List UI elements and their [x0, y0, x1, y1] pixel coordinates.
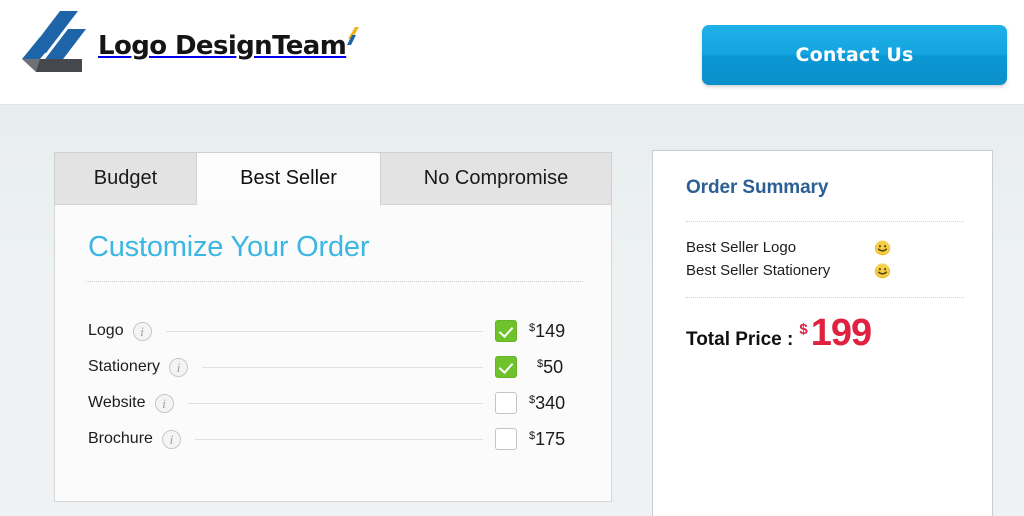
list-item: Best Seller Logo — [686, 236, 964, 259]
checkbox-stationery[interactable] — [495, 356, 517, 378]
logo-designteam-mark-icon — [16, 9, 94, 83]
customize-panel: Customize Your Order Logo i $149 Station… — [54, 205, 612, 502]
checkbox-logo[interactable] — [495, 320, 517, 342]
total-currency-symbol: $ — [799, 321, 808, 338]
price-brochure: $175 — [529, 429, 583, 450]
list-item: Best Seller Stationery — [686, 259, 964, 282]
product-row: Website i $340 — [88, 385, 583, 421]
order-summary-title: Order Summary — [686, 177, 829, 198]
summary-divider-bottom — [686, 297, 964, 298]
brand-accent-icon — [347, 27, 360, 47]
leader-line — [165, 330, 483, 332]
smiley-face-icon — [873, 238, 892, 257]
tab-best-seller[interactable]: Best Seller — [196, 152, 380, 205]
product-row: Stationery i $50 — [88, 349, 583, 385]
total-price-amount: 199 — [810, 312, 872, 354]
title-divider — [86, 281, 583, 282]
tab-no-compromise[interactable]: No Compromise — [380, 152, 612, 205]
product-name-stationery: Stationery — [88, 358, 161, 375]
info-icon[interactable]: i — [169, 357, 189, 377]
package-tabs: Budget Best Seller No Compromise — [54, 152, 612, 205]
leader-line — [194, 438, 483, 440]
brand-name-text: Logo DesignTeam — [98, 31, 347, 61]
product-name-logo: Logo — [88, 322, 124, 339]
product-option-list: Logo i $149 Stationery i $50 Website i $… — [86, 313, 583, 457]
price-stationery: $50 — [529, 357, 583, 378]
order-summary-card: Order Summary Best Seller Logo Best Sell… — [652, 150, 993, 516]
checkbox-brochure[interactable] — [495, 428, 517, 450]
brand-wordmark: Logo DesignTeam — [98, 27, 360, 61]
info-icon[interactable]: i — [132, 321, 152, 341]
order-summary-item-list: Best Seller Logo Best Seller Stationery — [686, 236, 964, 282]
product-name-brochure: Brochure — [88, 430, 153, 447]
summary-divider-top — [686, 221, 964, 222]
site-header: Logo DesignTeam Contact Us — [0, 0, 1024, 105]
info-icon[interactable]: i — [161, 429, 181, 449]
checkbox-website[interactable] — [495, 392, 517, 414]
smiley-face-icon — [873, 261, 892, 280]
price-amount: 340 — [535, 392, 566, 413]
price-website: $340 — [529, 393, 583, 414]
summary-item-label: Best Seller Stationery — [686, 262, 831, 279]
page-body: Budget Best Seller No Compromise Customi… — [0, 105, 1024, 516]
price-amount: 149 — [535, 320, 566, 341]
order-customizer-card: Budget Best Seller No Compromise Customi… — [54, 152, 612, 502]
price-amount: 50 — [543, 356, 564, 377]
leader-line — [202, 366, 483, 368]
price-amount: 175 — [535, 428, 566, 449]
product-name-website: Website — [88, 394, 146, 411]
leader-line — [187, 402, 483, 404]
info-icon[interactable]: i — [154, 393, 174, 413]
brand-logo-link[interactable]: Logo DesignTeam — [16, 6, 360, 86]
product-row: Brochure i $175 — [88, 421, 583, 457]
tab-budget[interactable]: Budget — [54, 152, 196, 205]
total-price-row: Total Price : $ 199 — [686, 314, 964, 352]
contact-us-button[interactable]: Contact Us — [702, 25, 1007, 85]
total-price-label: Total Price : — [686, 329, 794, 350]
page-title: Customize Your Order — [88, 231, 370, 263]
summary-item-label: Best Seller Logo — [686, 239, 797, 256]
price-logo: $149 — [529, 321, 583, 342]
product-row: Logo i $149 — [88, 313, 583, 349]
